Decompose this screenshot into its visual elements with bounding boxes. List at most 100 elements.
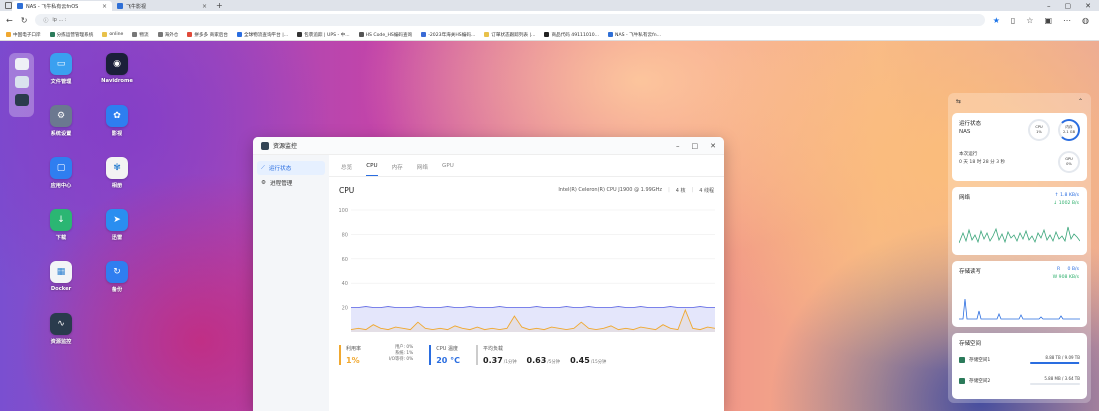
- desktop-app-docker[interactable]: ▦ Docker: [38, 261, 84, 292]
- network-widget[interactable]: 网络 ↑ 1.8 KB/s ↓ 1002 B/s: [952, 187, 1087, 255]
- tab-memory[interactable]: 内存: [392, 163, 403, 176]
- desktop-app-monitor[interactable]: ∿ 资源监控: [38, 313, 84, 345]
- volume-name: 存储空间2: [969, 378, 991, 384]
- more-icon[interactable]: ⋯: [1063, 16, 1071, 25]
- close-window-icon[interactable]: ✕: [1085, 2, 1091, 10]
- y-tick-label: 40: [342, 281, 348, 287]
- load-1m-unit: /1分钟: [503, 360, 517, 365]
- desktop-app-folder[interactable]: ▭ 文件管理: [38, 53, 84, 85]
- network-sparkline: [959, 226, 1080, 244]
- minimize-icon[interactable]: –: [1047, 2, 1051, 10]
- monitor-dock-icon[interactable]: [14, 94, 29, 106]
- reload-icon[interactable]: ↻: [21, 16, 28, 25]
- copilot-icon[interactable]: ◍: [1082, 16, 1089, 25]
- widgets-icon[interactable]: [14, 76, 29, 88]
- desktop-app-app-store[interactable]: ▢ 应用中心: [38, 157, 84, 189]
- widget-panel-header: ⇆ ⌃: [948, 93, 1091, 109]
- url-input[interactable]: ⓘ ip ... :: [35, 14, 985, 26]
- workspace-icon[interactable]: [5, 2, 12, 9]
- disk-io-widget[interactable]: 存储读写 R 0 B/s W 908 KB/s: [952, 261, 1087, 327]
- collections-icon[interactable]: ▣: [1044, 16, 1052, 25]
- browser-tools: ★ ▯ ☆ ▣ ⋯ ◍: [993, 16, 1093, 25]
- app-label: 资源监控: [50, 339, 72, 345]
- desktop-app-film[interactable]: ✿ 影视: [94, 105, 140, 137]
- favorite-star-icon[interactable]: ★: [993, 16, 1000, 25]
- close-tab-icon[interactable]: ×: [202, 3, 207, 10]
- gpu-ring-value: 0%: [1066, 162, 1072, 166]
- bookmark-label: 全球物流查询平台 |...: [243, 32, 289, 38]
- minimize-icon[interactable]: –: [676, 142, 680, 150]
- desktop-app-backup[interactable]: ↻ 备份: [94, 261, 140, 293]
- window-titlebar[interactable]: 资源监控 – □ ✕: [253, 137, 724, 155]
- collapse-icon[interactable]: ⌃: [1078, 98, 1083, 105]
- status-widget[interactable]: 运行状态 NAS 本次运行 0 天 18 时 28 分 3 秒 CPU 1% 内…: [952, 113, 1087, 181]
- maximize-icon[interactable]: □: [692, 142, 699, 150]
- download-arrow-icon: ↓: [1053, 201, 1058, 206]
- bookmark-item[interactable]: 订單状态跟踪列表 |...: [484, 32, 535, 38]
- bookmark-item[interactable]: HS Code_HS编码查询: [358, 32, 412, 38]
- tab-cpu[interactable]: CPU: [366, 163, 378, 176]
- bookmark-item[interactable]: 分拣运营管理系统: [49, 32, 93, 38]
- bookmark-label: online: [109, 32, 124, 37]
- browser-tab-bar: NAS - 飞牛私有云fnOS × 飞牛影视 × + – ▢ ✕: [0, 0, 1099, 11]
- bookmark-item[interactable]: 中国电子口岸: [6, 32, 41, 38]
- bookmark-item[interactable]: 商品代码 49111010...: [544, 32, 599, 38]
- address-bar-row: ← ↻ ⓘ ip ... : ★ ▯ ☆ ▣ ⋯ ◍: [0, 11, 1099, 29]
- bookmark-label: 拼多多 商家后台: [194, 32, 228, 38]
- bookmark-favicon-icon: [358, 32, 364, 37]
- read-rate: 0 B/s: [1067, 267, 1079, 272]
- favorites-icon[interactable]: ☆: [1026, 16, 1033, 25]
- bookmark-item[interactable]: 全球物流查询平台 |...: [236, 32, 289, 38]
- bookmark-item[interactable]: 拼多多 商家后台: [187, 32, 228, 38]
- bookmark-item[interactable]: 物流: [132, 32, 149, 38]
- desktop-app-gear[interactable]: ⚙ 系统设置: [38, 105, 84, 137]
- maximize-icon[interactable]: ▢: [1065, 2, 1072, 10]
- tab-video[interactable]: 飞牛影视 ×: [112, 1, 212, 11]
- tab-network[interactable]: 网络: [417, 163, 428, 176]
- desktop-icon[interactable]: [14, 58, 29, 70]
- close-icon[interactable]: ✕: [710, 142, 716, 150]
- bookmark-item[interactable]: 海外仓: [157, 32, 178, 38]
- widget-settings-icon[interactable]: ⇆: [956, 98, 961, 105]
- tab-overview[interactable]: 总览: [341, 163, 352, 176]
- sidebar-item-status[interactable]: ⟋ 运行状态: [257, 161, 325, 175]
- new-tab-button[interactable]: +: [216, 1, 223, 10]
- desktop-app-thunder[interactable]: ➤ 迅雷: [94, 209, 140, 241]
- close-tab-icon[interactable]: ×: [102, 3, 107, 10]
- app-label: 影视: [111, 131, 123, 137]
- tab-nas[interactable]: NAS - 飞牛私有云fnOS ×: [12, 1, 112, 11]
- desktop-app-photos[interactable]: ✾ 相册: [94, 157, 140, 189]
- volume-row[interactable]: 存储空间2 5.88 MB / 3.64 TB: [959, 376, 1080, 385]
- bookmark-item[interactable]: online: [102, 32, 123, 37]
- desktop-app-download[interactable]: ↓ 下载: [38, 209, 84, 241]
- bookmark-item[interactable]: -2023年海关HS编码...: [421, 32, 475, 38]
- load-15m: 0.45: [570, 356, 590, 365]
- volume-row[interactable]: 存储空间1 8.88 TB / 9.09 TB: [959, 355, 1080, 364]
- disk-io-sparkline-line: [959, 298, 1080, 320]
- load-5m-unit: /5分钟: [547, 360, 561, 365]
- bookmark-label: 物流: [139, 32, 149, 38]
- storage-widget[interactable]: 存储空间 存储空间1 8.88 TB / 9.09 TB 存储空间2 5.88 …: [952, 333, 1087, 399]
- usage-stat: 利用率 1% 用户: 0% 系统: 1% I/O等待: 0%: [339, 345, 413, 365]
- download-icon: ↓: [50, 209, 72, 231]
- photos-icon: ✾: [106, 157, 128, 179]
- y-tick-label: 80: [342, 232, 348, 238]
- bookmark-item[interactable]: NAS - 飞牛私有云fn...: [608, 32, 661, 38]
- bookmark-favicon-icon: [187, 32, 193, 37]
- back-icon[interactable]: ←: [6, 16, 13, 25]
- y-tick-label: 60: [342, 257, 348, 263]
- backup-icon: ↻: [106, 261, 128, 283]
- bookmark-favicon-icon: [608, 32, 614, 37]
- bookmark-favicon-icon: [157, 32, 163, 37]
- usage-label: 利用率: [346, 346, 362, 352]
- sidebar-item-processes[interactable]: ⚙ 进程管理: [257, 176, 325, 190]
- split-screen-icon[interactable]: ▯: [1011, 16, 1015, 25]
- bookmark-item[interactable]: 包裹追踪 | UPS - 中...: [297, 32, 350, 38]
- memory-ring: 内存 2.1 GB: [1058, 119, 1080, 141]
- temp-label: CPU 温度: [436, 346, 458, 352]
- load-15m-unit: /15分钟: [590, 360, 607, 365]
- tab-gpu[interactable]: GPU: [442, 163, 454, 176]
- monitor-icon: ∿: [50, 313, 72, 335]
- gear-icon: ⚙: [50, 105, 72, 127]
- desktop-app-music-disc[interactable]: ◉ Navidrome: [94, 53, 140, 84]
